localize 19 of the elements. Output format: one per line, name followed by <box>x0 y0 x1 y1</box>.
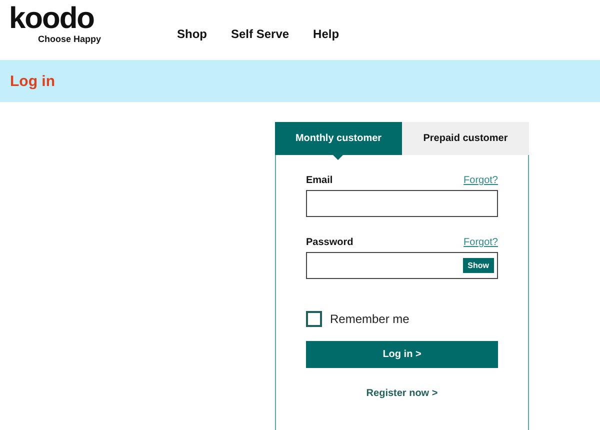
nav-link[interactable]: Help <box>313 27 340 41</box>
login-button[interactable]: Log in > <box>306 341 498 368</box>
logo[interactable]: koodo <box>9 4 159 34</box>
field-label: Email <box>306 175 333 186</box>
checkbox[interactable] <box>306 311 322 327</box>
logo-tagline: Choose Happy <box>38 34 102 44</box>
checkbox-label: Remember me <box>330 312 410 326</box>
nav-link[interactable]: Shop <box>177 27 207 41</box>
password-field[interactable]: Show <box>306 252 498 279</box>
show-button[interactable]: Show <box>462 258 494 273</box>
forgot-link[interactable]: Forgot? <box>464 175 498 186</box>
nav-link[interactable]: Self Serve <box>231 27 290 41</box>
tab[interactable]: Prepaid customer <box>402 122 529 155</box>
page-title: Log in <box>10 72 55 90</box>
field-label: Password <box>306 237 354 248</box>
tab-pointer-icon <box>333 155 343 160</box>
email-field[interactable] <box>306 190 498 217</box>
register-link[interactable]: Register now > <box>366 388 438 399</box>
forgot-link[interactable]: Forgot? <box>464 237 498 248</box>
